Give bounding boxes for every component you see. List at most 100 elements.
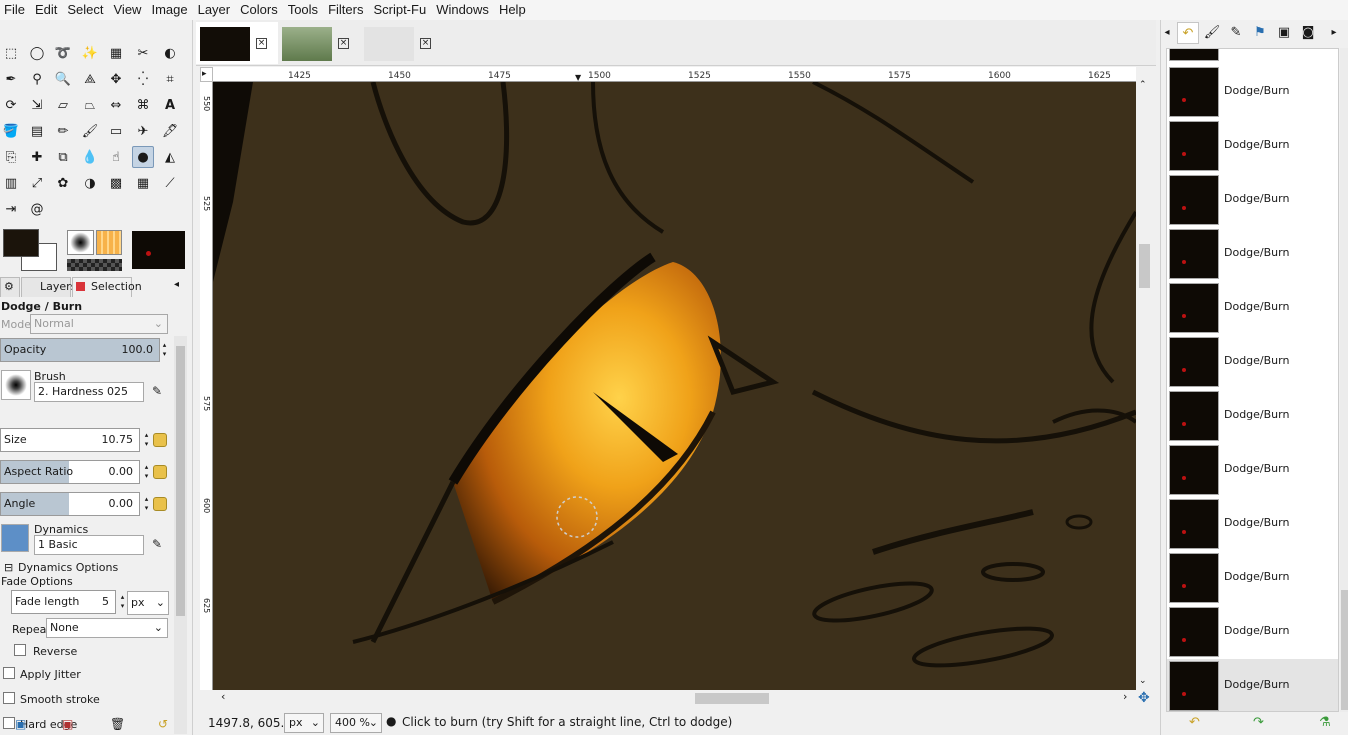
history-item[interactable]: Dodge/Burn	[1167, 119, 1338, 173]
foreground-color[interactable]	[3, 229, 39, 257]
undo-history-list[interactable]: Dodge/Burn Dodge/Burn Dodge/Burn Dodge/B…	[1166, 48, 1339, 712]
menu-file[interactable]: File	[0, 0, 30, 20]
rect-select-icon[interactable]: ⬚	[0, 42, 22, 64]
smudge-icon[interactable]: ☝	[105, 146, 127, 168]
scale-icon[interactable]: ⇲	[26, 94, 48, 116]
menu-tools[interactable]: Tools	[283, 0, 323, 20]
tab-undo-history[interactable]: ↶	[1177, 22, 1199, 44]
scroll-down-icon[interactable]: ⌄	[1139, 676, 1147, 686]
image-tab-3[interactable]: ×	[360, 22, 442, 64]
spiral-icon[interactable]: @	[26, 198, 48, 220]
history-item[interactable]: Dodge/Burn	[1167, 443, 1338, 497]
reset-aspect-icon[interactable]	[153, 465, 167, 479]
reset-options-icon[interactable]: ↺	[158, 717, 168, 731]
fuzzy-select-icon[interactable]: ✨	[79, 42, 101, 64]
canvas-horizontal-scrollbar[interactable]: ‹ ›	[213, 690, 1136, 707]
history-item[interactable]: Dodge/Burn	[1167, 551, 1338, 605]
dynamics-options-expander[interactable]: Dynamics Options	[18, 561, 118, 574]
navigate-icon[interactable]: ✥	[1138, 690, 1150, 706]
dock-scroll-left-icon[interactable]: ◂	[1161, 22, 1173, 44]
clone-icon[interactable]: ⎘	[0, 146, 22, 168]
ink-icon[interactable]: 🖋	[159, 120, 181, 142]
scroll-right-icon[interactable]: ›	[1123, 690, 1127, 703]
mode-select[interactable]: Normal ⌄	[30, 314, 168, 334]
collapse-icon[interactable]: ⊟	[4, 561, 13, 574]
menu-filters[interactable]: Filters	[323, 0, 368, 20]
dock-menu-icon[interactable]: ◂	[174, 279, 179, 290]
dynamics-button[interactable]	[1, 524, 29, 552]
ruler-corner[interactable]: ▸	[200, 67, 213, 82]
dynamics-field[interactable]: 1 Basic	[34, 535, 144, 555]
history-item[interactable]: Dodge/Burn	[1167, 389, 1338, 443]
tool-options-scrollbar[interactable]	[174, 336, 187, 734]
fade-length-field[interactable]: Fade length 5 ▴ ▾	[11, 590, 124, 614]
history-item-selected[interactable]: Dodge/Burn	[1167, 659, 1338, 711]
scroll-up-icon[interactable]: ⌃	[1139, 80, 1147, 90]
history-item[interactable]: Dodge/Burn	[1167, 173, 1338, 227]
redo-icon[interactable]: ↷	[1253, 715, 1264, 730]
perspective-icon[interactable]: ⏢	[79, 94, 101, 116]
paths-icon[interactable]: ✒	[0, 68, 22, 90]
tab-selection[interactable]: Selection	[72, 277, 142, 297]
tab-layers[interactable]: Layers	[21, 277, 76, 297]
reverse-checkbox[interactable]	[14, 644, 26, 656]
unit-select[interactable]: px ⌄	[284, 713, 324, 733]
menu-image[interactable]: Image	[146, 0, 192, 20]
dock-scroll-right-icon[interactable]: ▸	[1323, 22, 1345, 44]
close-icon[interactable]: ×	[338, 38, 349, 49]
history-item[interactable]	[1167, 49, 1338, 63]
menu-script-fu[interactable]: Script-Fu	[368, 0, 431, 20]
measure-icon[interactable]: ⟁	[79, 68, 101, 90]
horizontal-ruler[interactable]: 1425 1450 1475 1500 1525 1550 1575 1600 …	[213, 67, 1136, 82]
history-item[interactable]: Dodge/Burn	[1167, 497, 1338, 551]
history-item[interactable]: Dodge/Burn	[1167, 605, 1338, 659]
rotate-icon[interactable]: ⟳	[0, 94, 22, 116]
bucket-fill-icon[interactable]: 🪣	[0, 120, 22, 142]
menu-windows[interactable]: Windows	[431, 0, 494, 20]
zoom-icon[interactable]: 🔍	[52, 68, 74, 90]
scroll-thumb[interactable]	[695, 693, 769, 704]
delete-options-icon[interactable]: 🗑	[110, 717, 125, 731]
reset-angle-icon[interactable]	[153, 497, 167, 511]
apply-jitter-checkbox[interactable]	[3, 667, 15, 679]
menu-edit[interactable]: Edit	[30, 0, 62, 20]
brush-field[interactable]: 2. Hardness 025	[34, 382, 144, 402]
size-spin-icon[interactable]: ▴ ▾	[142, 431, 151, 451]
brush-button[interactable]	[1, 370, 31, 400]
history-scrollbar[interactable]	[1340, 48, 1348, 712]
warp-icon[interactable]: ◭	[159, 146, 181, 168]
dodge-burn-icon[interactable]: ●	[132, 146, 154, 168]
gradient-preview[interactable]	[67, 259, 122, 271]
image-canvas[interactable]	[213, 82, 1136, 690]
lasso-icon[interactable]: ➰	[52, 42, 74, 64]
blur-icon[interactable]: 💧	[79, 146, 101, 168]
reset-size-icon[interactable]	[153, 433, 167, 447]
tab-document-history[interactable]: ◙	[1297, 22, 1319, 44]
airbrush-icon[interactable]: ✈	[132, 120, 154, 142]
fade-spin-icon[interactable]: ▴ ▾	[118, 593, 127, 613]
color-select-icon[interactable]: ▦	[105, 42, 127, 64]
size-slider[interactable]: Size 10.75 ▴ ▾	[0, 428, 148, 452]
angle-spin-icon[interactable]: ▴ ▾	[142, 495, 151, 515]
vertical-ruler[interactable]: 550 525 575 600 625	[200, 82, 213, 690]
save-options-icon[interactable]: ▣	[15, 717, 26, 731]
fade-unit-select[interactable]: px ⌄	[127, 591, 169, 615]
tab-tool-presets[interactable]: ⚑	[1249, 22, 1271, 44]
text-icon[interactable]: A	[159, 94, 181, 116]
menu-colors[interactable]: Colors	[235, 0, 283, 20]
shear-icon[interactable]: ▱	[52, 94, 74, 116]
blend-icon[interactable]: ▤	[26, 120, 48, 142]
menu-help[interactable]: Help	[494, 0, 531, 20]
aspect-ratio-slider[interactable]: Aspect Ratio 0.00 ▴ ▾	[0, 460, 148, 484]
restore-options-icon[interactable]: ▣	[62, 717, 73, 731]
opacity-slider[interactable]: Opacity 100.0 ▴ ▾	[0, 338, 166, 362]
crop-icon[interactable]: ⌗	[159, 68, 181, 90]
paintbrush-icon[interactable]: 🖌	[79, 120, 101, 142]
menu-layer[interactable]: Layer	[193, 0, 236, 20]
perspective-clone-icon[interactable]: ⧉	[52, 146, 74, 168]
close-icon[interactable]: ×	[420, 38, 431, 49]
tab-brushes[interactable]: 🖌	[1201, 22, 1223, 44]
undo-icon[interactable]: ↶	[1189, 715, 1200, 730]
scroll-thumb[interactable]	[1341, 590, 1348, 710]
cage-icon[interactable]: ⌘	[132, 94, 154, 116]
